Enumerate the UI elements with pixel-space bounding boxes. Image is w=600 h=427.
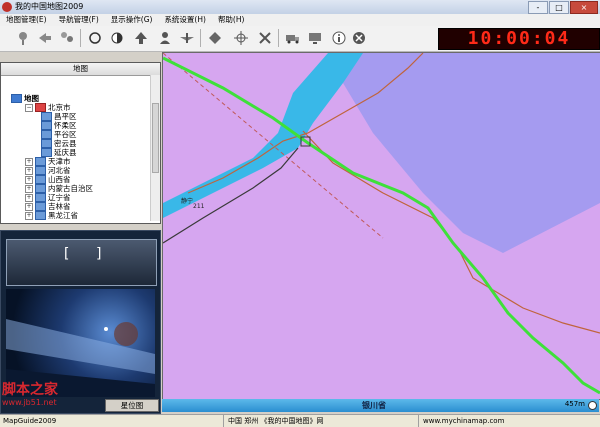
toolbar-separator (80, 29, 81, 47)
app-icon (2, 2, 12, 12)
tree-root[interactable]: 地图 (11, 94, 39, 103)
map-road-label: 211 (193, 203, 205, 210)
title-bar: 我的中国地图2009 - □ × (0, 0, 600, 15)
up-arrow-icon[interactable] (132, 29, 150, 47)
clock-time: 10:00:04 (467, 28, 571, 49)
map-layer-icon (35, 175, 46, 184)
menu-display[interactable]: 显示操作(G) (105, 14, 159, 26)
expand-icon[interactable]: + (25, 184, 33, 193)
collapse-icon[interactable]: − (25, 103, 33, 112)
map-layer-icon (35, 202, 46, 211)
multi-pin-icon[interactable] (58, 29, 76, 47)
menu-map-management[interactable]: 地图管理(E) (0, 14, 53, 26)
toolbar-separator (200, 29, 201, 47)
tree-scroll-thumb[interactable] (152, 103, 159, 173)
map-tree-header: 地图 (1, 63, 160, 76)
map-layer-icon (35, 157, 46, 166)
crosshair-icon[interactable] (232, 29, 250, 47)
preview-header: [ ] (6, 239, 157, 286)
digital-clock: 10:00:04 (438, 28, 600, 50)
map-view[interactable]: 静宁 211 (162, 52, 600, 400)
map-layer-icon (35, 193, 46, 202)
map-tree-panel: 地图 地图 − 北京市 昌平区 怀柔区 平谷区 密云县 延庆县 + 天津市 + … (0, 62, 161, 224)
region-area (343, 53, 600, 253)
expand-icon[interactable]: + (25, 157, 33, 166)
map-layer-icon (41, 130, 52, 139)
menu-navigation[interactable]: 导航管理(F) (53, 14, 105, 26)
expand-icon[interactable]: + (25, 166, 33, 175)
map-tree: 地图 − 北京市 昌平区 怀柔区 平谷区 密云县 延庆县 + 天津市 + 河北省… (1, 76, 160, 222)
map-root-icon (11, 94, 22, 103)
close-button[interactable]: × (570, 1, 598, 14)
watermark: 脚本之家 www.jb51.net (2, 382, 98, 412)
back-arrow-icon[interactable] (36, 29, 54, 47)
compass-icon (588, 401, 597, 410)
map-layer-icon (35, 211, 46, 220)
wing-icon[interactable] (178, 29, 196, 47)
status-right: www.mychinamap.com (420, 415, 600, 427)
truck-icon[interactable] (284, 29, 302, 47)
map-layer-icon (41, 139, 52, 148)
preview-image (6, 289, 155, 397)
pin-icon[interactable] (14, 29, 32, 47)
expand-icon[interactable]: + (25, 175, 33, 184)
map-layer-icon (41, 121, 52, 130)
info-icon[interactable] (330, 29, 348, 47)
status-bar: MapGuide2009 中国 郑州 《我的中国地图》网 www.mychina… (0, 414, 600, 427)
maximize-button[interactable]: □ (549, 1, 569, 14)
half-circle-icon[interactable] (108, 29, 126, 47)
bracket-right: ] (95, 246, 104, 262)
diamond-icon[interactable] (206, 29, 224, 47)
window-title: 我的中国地图2009 (15, 2, 84, 11)
watermark-text: 脚本之家 (2, 382, 58, 398)
tree-scrollbar[interactable] (150, 75, 160, 221)
map-layer-icon (41, 112, 52, 121)
menu-settings[interactable]: 系统设置(H) (158, 14, 212, 26)
map-layer-icon (35, 103, 46, 112)
map-canvas[interactable] (163, 53, 600, 399)
map-place-label: 静宁 (181, 198, 194, 205)
menu-help[interactable]: 帮助(H) (212, 14, 251, 26)
expand-icon[interactable]: + (25, 193, 33, 202)
user-icon[interactable] (156, 29, 174, 47)
tree-item-heilongjiang[interactable]: + 黑龙江省 (25, 211, 78, 220)
watermark-url: www.jb51.net (2, 398, 57, 407)
status-middle: 中国 郑州 《我的中国地图》网 (225, 415, 419, 427)
tools-icon[interactable] (256, 29, 274, 47)
status-left: MapGuide2009 (0, 415, 224, 427)
bracket-left: [ (62, 246, 71, 262)
province-label: 银川省 (362, 401, 386, 410)
circle-icon[interactable] (86, 29, 104, 47)
monitor-icon[interactable] (306, 29, 324, 47)
map-layer-icon (35, 184, 46, 193)
tree-item-label: 黑龙江省 (48, 211, 78, 220)
toolbar-separator (278, 29, 279, 47)
expand-icon[interactable]: + (25, 211, 33, 220)
map-scale: 457m (564, 400, 585, 408)
stop-icon[interactable] (350, 29, 368, 47)
star-map-button[interactable]: 星位图 (105, 399, 159, 412)
minimize-button[interactable]: - (528, 1, 548, 14)
expand-icon[interactable]: + (25, 202, 33, 211)
map-layer-icon (35, 166, 46, 175)
map-info-bar: 银川省 457m (162, 399, 599, 412)
